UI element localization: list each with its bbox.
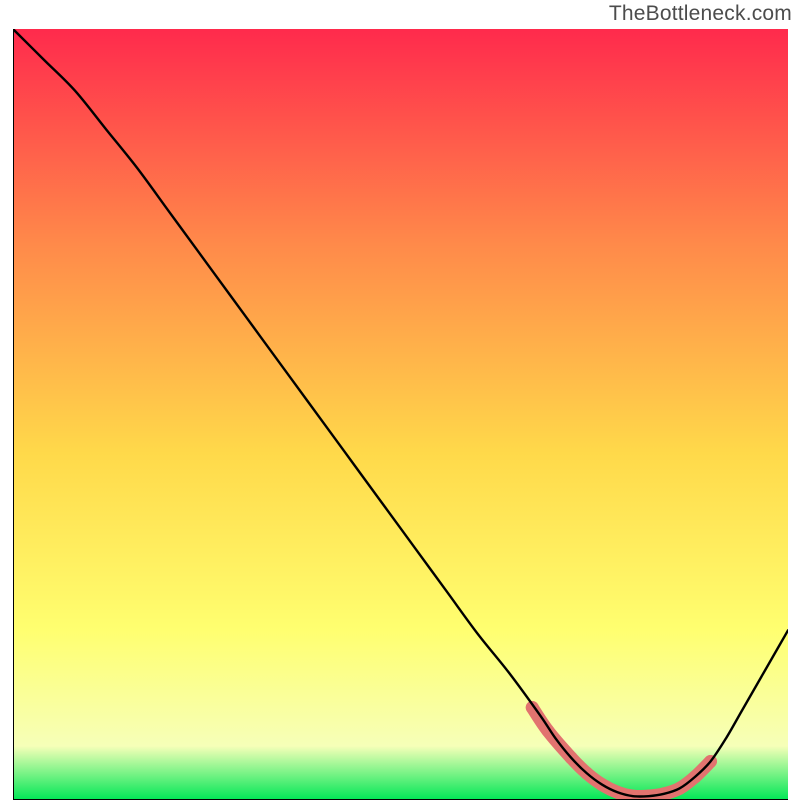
chart-svg <box>13 29 788 800</box>
chart-stage: TheBottleneck.com <box>0 0 800 800</box>
watermark-label: TheBottleneck.com <box>609 2 792 26</box>
plot-area <box>13 29 788 800</box>
gradient-background <box>13 29 788 800</box>
